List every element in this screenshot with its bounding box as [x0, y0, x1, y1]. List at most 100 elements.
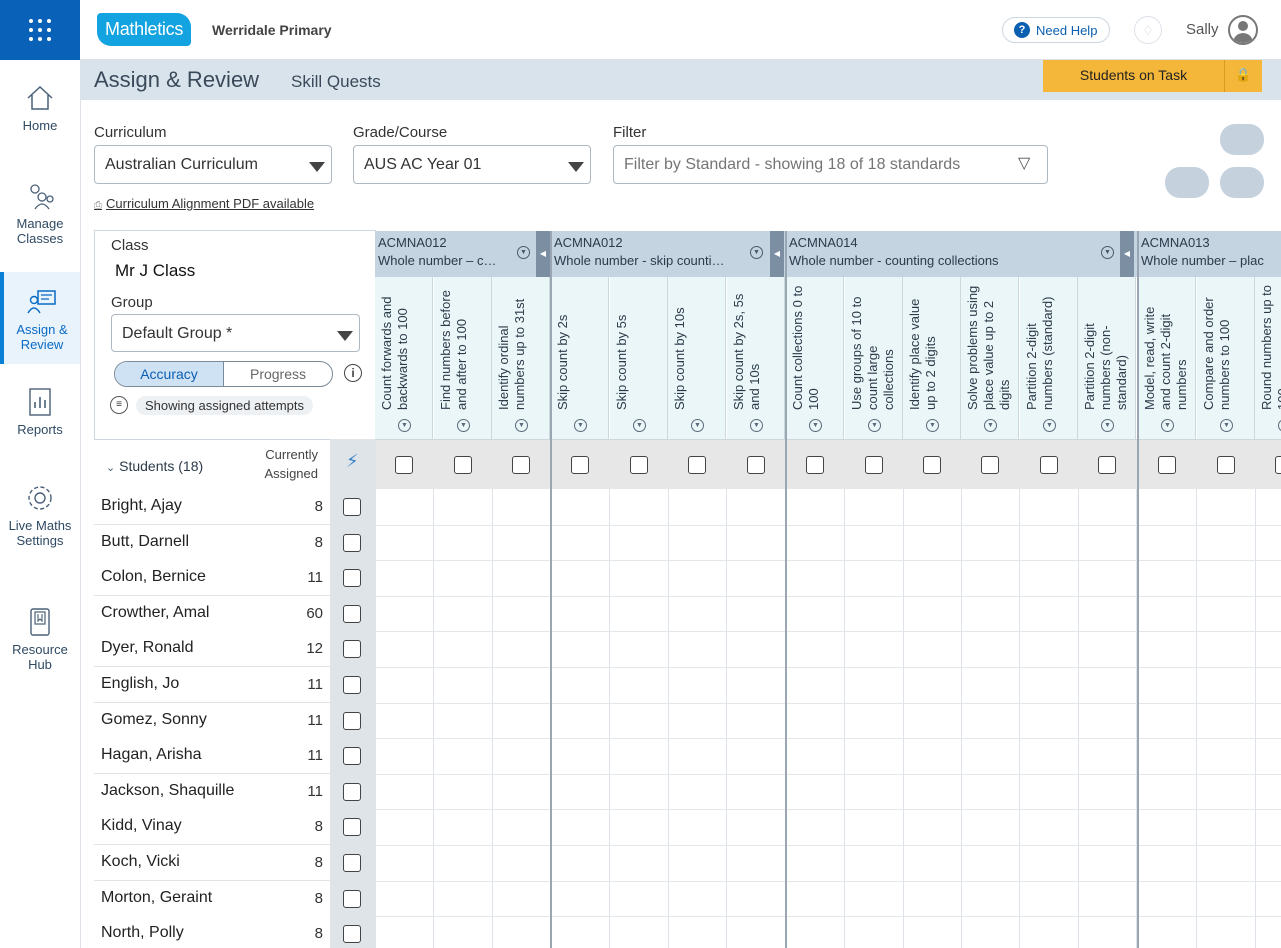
nav-item-reports[interactable]: Reports [0, 388, 80, 437]
skill-select-checkbox[interactable] [1217, 456, 1235, 474]
chevron-down-icon[interactable]: ▼ [517, 246, 530, 259]
student-row[interactable]: Gomez, Sonny 11 [94, 702, 330, 739]
skill-column-header[interactable]: Solve problems using place value up to 2… [961, 277, 1019, 439]
chevron-down-icon[interactable]: ▼ [750, 246, 763, 259]
chevron-down-icon[interactable]: ▼ [398, 419, 411, 432]
collapse-icon[interactable]: ◀ [1120, 231, 1134, 277]
nav-item-assign-review[interactable]: Assign & Review [0, 272, 80, 364]
chevron-down-icon[interactable]: ▼ [633, 419, 646, 432]
nav-item-live-maths-settings[interactable]: Live Maths Settings [0, 484, 80, 548]
student-select-checkbox[interactable] [343, 640, 361, 659]
student-row[interactable]: English, Jo 11 [94, 667, 330, 703]
skill-select-checkbox[interactable] [981, 456, 999, 474]
students-on-task-button[interactable]: Students on Task 🔒 [1043, 60, 1262, 92]
skill-select-checkbox[interactable] [395, 456, 413, 474]
nav-item-resource-hub[interactable]: Resource Hub [0, 608, 80, 672]
skill-select-checkbox[interactable] [1040, 456, 1058, 474]
standard-header-2[interactable]: ACMNA012 Whole number - skip counti… ▼ ◀ [551, 231, 785, 277]
chevron-down-icon[interactable]: ▼ [1101, 419, 1114, 432]
student-row[interactable]: Koch, Vicki 8 [94, 845, 330, 881]
skill-column-header[interactable]: Use groups of 10 to count large collecti… [845, 277, 903, 439]
attempts-filter[interactable]: ≡ Showing assigned attempts [110, 395, 313, 415]
student-select-checkbox[interactable] [343, 854, 361, 872]
chevron-down-icon[interactable]: ▼ [574, 419, 587, 432]
group-select[interactable]: Default Group * [111, 314, 360, 352]
student-row[interactable]: Jackson, Shaquille 11 [94, 773, 330, 810]
user-name[interactable]: Sally [1186, 21, 1219, 38]
student-select-checkbox[interactable] [343, 604, 361, 623]
student-row[interactable]: Butt, Darnell 8 [94, 524, 330, 561]
chevron-down-icon[interactable]: ▼ [926, 419, 939, 432]
student-row[interactable]: Morton, Geraint 8 [94, 880, 330, 917]
skill-select-checkbox[interactable] [747, 456, 765, 474]
chevron-down-icon[interactable]: ▼ [868, 419, 881, 432]
bell-icon[interactable]: ♢ [1134, 16, 1162, 44]
accuracy-toggle[interactable]: Accuracy [115, 362, 224, 386]
skill-column-header[interactable]: Identify place value up to 2 digits ▼ [903, 277, 961, 439]
skill-select-checkbox[interactable] [1275, 456, 1281, 474]
student-select-checkbox[interactable] [343, 533, 361, 552]
student-row[interactable]: Bright, Ajay 8 [94, 489, 330, 525]
skill-column-header[interactable]: Skip count by 10s ▼ [668, 277, 726, 439]
skill-column-header[interactable]: Partition 2-digit numbers (non-standard)… [1078, 277, 1136, 439]
mathletics-logo[interactable]: Mathletics [97, 13, 192, 46]
collapse-icon[interactable]: ◀ [770, 231, 784, 277]
student-select-checkbox[interactable] [343, 711, 361, 730]
info-icon[interactable]: i [344, 364, 362, 382]
chevron-down-icon[interactable]: ▼ [1101, 246, 1114, 259]
skill-select-checkbox[interactable] [923, 456, 941, 474]
student-select-checkbox[interactable] [343, 747, 361, 766]
app-launcher-icon[interactable] [0, 0, 80, 60]
lightning-icon[interactable]: ⚡︎ [346, 451, 359, 472]
skill-column-header[interactable]: Round numbers up to 100▼ [1255, 277, 1281, 439]
skill-column-header[interactable]: Find numbers before and after to 100 ▼ [434, 277, 492, 439]
nav-item-home[interactable]: Home [0, 84, 80, 133]
skill-select-checkbox[interactable] [688, 456, 706, 474]
skill-column-header[interactable]: Count collections 0 to 100 ▼ [786, 277, 844, 439]
progress-toggle[interactable]: Progress [224, 362, 332, 386]
standard-header-1[interactable]: ACMNA012 Whole number – c… ▼ ◀ [375, 231, 550, 277]
chevron-down-icon[interactable]: ▼ [691, 419, 704, 432]
skill-select-checkbox[interactable] [630, 456, 648, 474]
chevron-down-icon[interactable]: ▼ [1220, 419, 1233, 432]
student-select-checkbox[interactable] [343, 782, 361, 801]
skill-column-header[interactable]: Partition 2-digit numbers (standard) ▼ [1020, 277, 1078, 439]
student-select-checkbox[interactable] [343, 925, 361, 944]
curriculum-pdf-link[interactable]: ⎙ Curriculum Alignment PDF available [94, 196, 314, 211]
skill-select-checkbox[interactable] [865, 456, 883, 474]
skill-column-header[interactable]: Count forwards and backwards to 100 ▼ [375, 277, 433, 439]
standard-header-4[interactable]: ACMNA013 Whole number – plac [1138, 231, 1281, 277]
standards-filter-input[interactable] [613, 145, 1048, 184]
skill-column-header[interactable]: Skip count by 2s, 5s and 10s ▼ [727, 277, 785, 439]
skill-select-checkbox[interactable] [454, 456, 472, 474]
chevron-down-icon[interactable]: ▼ [515, 419, 528, 432]
student-row[interactable]: North, Polly 8 [94, 916, 330, 948]
chevron-down-icon[interactable]: ▼ [457, 419, 470, 432]
student-row[interactable]: Crowther, Amal 60 [94, 595, 330, 632]
student-select-checkbox[interactable] [343, 818, 361, 837]
skill-column-header[interactable]: Skip count by 5s ▼ [610, 277, 668, 439]
grade-select[interactable]: AUS AC Year 01 [353, 145, 591, 184]
collapse-icon[interactable]: ◀ [536, 231, 550, 277]
filter-icon[interactable]: ▽ [1018, 153, 1030, 173]
curriculum-select[interactable]: Australian Curriculum [94, 145, 332, 184]
student-select-checkbox[interactable] [343, 498, 361, 516]
skill-column-header[interactable]: Model, read, write and count 2-digit num… [1138, 277, 1196, 439]
student-select-checkbox[interactable] [343, 569, 361, 588]
skill-select-checkbox[interactable] [1158, 456, 1176, 474]
chevron-down-icon[interactable]: ▼ [809, 419, 822, 432]
student-row[interactable]: Kidd, Vinay 8 [94, 809, 330, 846]
student-row[interactable]: Colon, Bernice 11 [94, 560, 330, 597]
student-select-checkbox[interactable] [343, 889, 361, 908]
student-row[interactable]: Hagan, Arisha 11 [94, 738, 330, 775]
skill-select-checkbox[interactable] [571, 456, 589, 474]
skill-column-header[interactable]: Skip count by 2s ▼ [551, 277, 609, 439]
skill-column-header[interactable]: Identify ordinal numbers up to 31st ▼ [492, 277, 550, 439]
standard-header-3[interactable]: ACMNA014 Whole number - counting collect… [786, 231, 1137, 277]
chevron-down-icon[interactable]: ▼ [1161, 419, 1174, 432]
lock-icon[interactable]: 🔒 [1224, 60, 1262, 92]
skill-select-checkbox[interactable] [512, 456, 530, 474]
chevron-down-icon[interactable]: ▼ [984, 419, 997, 432]
skill-select-checkbox[interactable] [806, 456, 824, 474]
nav-item-manage-classes[interactable]: Manage Classes [0, 182, 80, 246]
